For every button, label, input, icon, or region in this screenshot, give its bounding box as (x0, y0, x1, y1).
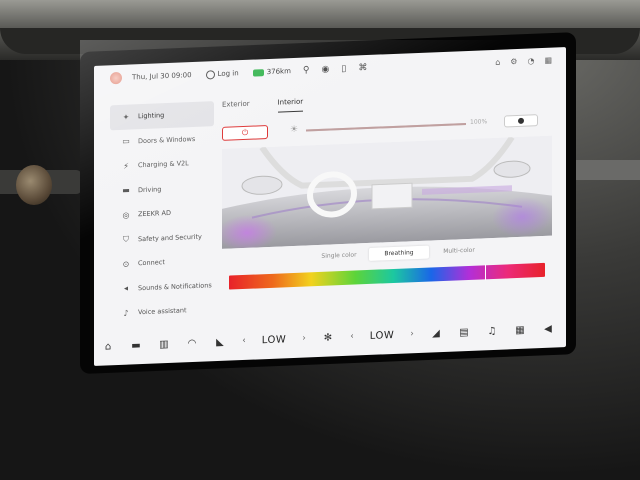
apps-icon[interactable]: ▦ (506, 324, 534, 336)
ambient-sync-toggle[interactable] (504, 114, 538, 128)
color-marker[interactable] (484, 264, 486, 281)
lighting-tabs: Exterior Interior (222, 97, 304, 115)
date-time: Thu, Jul 30 09:00 (132, 71, 192, 82)
power-icon: ⏻ (241, 127, 249, 138)
signal-icon: ▦ (544, 55, 552, 65)
settings-sidebar: ✦ Lighting ▭ Doors & Windows ⚡ Charging … (110, 101, 214, 326)
bell-icon[interactable]: ◔ (527, 56, 534, 65)
car-interior-scene: Thu, Jul 30 09:00 Log in 376km ⚲ ◉ ▯ ⌘ ⌂… (0, 0, 640, 480)
lighting-mode-selector: Single color Breathing Multi-color (309, 243, 489, 263)
light-icon: ✦ (122, 112, 130, 122)
tab-exterior[interactable]: Exterior (222, 100, 250, 115)
sidebar-item-label: Connect (138, 258, 165, 268)
sidebar-item-label: ZEEKR AD (138, 209, 171, 219)
color-spectrum-slider[interactable] (229, 262, 545, 290)
left-temp-up-button[interactable]: › (294, 333, 314, 344)
brightness-slider-fill (306, 123, 466, 131)
mode-single-color[interactable]: Single color (309, 248, 369, 263)
media-icon[interactable]: ▤ (450, 326, 478, 338)
wifi-icon[interactable]: ⌘ (358, 63, 367, 73)
tab-interior[interactable]: Interior (277, 97, 304, 113)
login-label: Log in (217, 69, 239, 79)
sidebar-item-label: Driving (138, 185, 162, 194)
settings-icon[interactable]: ⚙ (510, 57, 517, 66)
ambient-power-button[interactable]: ⏻ (222, 125, 268, 141)
shield-icon: ⛉ (123, 234, 129, 244)
right-temp-down-button[interactable]: ‹ (342, 331, 362, 342)
login-button[interactable]: Log in (205, 69, 239, 80)
volume-icon[interactable]: ◀ (534, 323, 562, 335)
mode-multi-color[interactable]: Multi-color (429, 243, 489, 258)
car-icon: ▬ (122, 185, 130, 196)
left-temp-down-button[interactable]: ‹ (234, 336, 254, 347)
car-door-icon: ▭ (122, 136, 130, 147)
brightness-percent: 100% (470, 118, 488, 126)
fan-icon[interactable]: ✻ (314, 332, 342, 344)
phone-icon[interactable]: ▯ (341, 64, 346, 74)
steering-wheel-icon: ◎ (122, 210, 130, 220)
mode-breathing[interactable]: Breathing (369, 245, 429, 261)
sidebar-item-voice[interactable]: ♪ Voice assistant (110, 297, 214, 326)
infotainment-screen: Thu, Jul 30 09:00 Log in 376km ⚲ ◉ ▯ ⌘ ⌂… (94, 47, 566, 367)
sidebar-item-label: Safety and Security (138, 232, 202, 243)
rear-defrost-icon[interactable]: ▥ (150, 338, 178, 350)
bolt-icon: ⚡ (123, 161, 129, 171)
range-indicator: 376km (252, 67, 291, 77)
speaker-icon: ◂ (123, 283, 128, 294)
toggle-knob (518, 117, 524, 124)
home-icon[interactable]: ⌂ (495, 58, 500, 67)
pin-icon[interactable]: ⚲ (303, 65, 310, 75)
car-interior-illustration (222, 135, 552, 249)
right-temp-value: LOW (369, 329, 395, 342)
sidebar-item-label: Sounds & Notifications (138, 281, 212, 292)
brightness-slider[interactable] (306, 123, 466, 131)
status-right-icons: ⌂ ⚙ ◔ ▦ (495, 56, 552, 67)
left-temp-value: LOW (261, 333, 287, 346)
volume-knob[interactable] (16, 165, 52, 205)
profile-icon (205, 69, 215, 80)
seat-icon[interactable]: ◣ (206, 336, 234, 348)
sidebar-item-label: Lighting (138, 111, 165, 121)
brightness-icon: ☀ (290, 124, 299, 136)
range-value: 376km (266, 67, 291, 77)
seat-heat-icon[interactable]: ◢ (422, 327, 450, 339)
mic-icon: ♪ (123, 308, 129, 318)
home-icon[interactable]: ⌂ (94, 340, 122, 352)
car-icon[interactable]: ▬ (122, 339, 150, 351)
bluetooth-icon[interactable]: ◉ (322, 65, 330, 75)
right-temp-up-button[interactable]: › (402, 329, 422, 340)
sidebar-item-label: Charging & V2L (138, 159, 189, 170)
sidebar-item-label: Doors & Windows (138, 134, 196, 145)
avatar[interactable] (110, 71, 122, 85)
sidebar-item-label: Voice assistant (138, 306, 187, 317)
battery-icon (252, 68, 264, 77)
music-icon[interactable]: ♫ (478, 325, 506, 337)
front-defrost-icon[interactable]: ◠ (178, 337, 206, 349)
link-icon: ⊙ (122, 259, 130, 269)
right-dash-trim (575, 160, 640, 180)
